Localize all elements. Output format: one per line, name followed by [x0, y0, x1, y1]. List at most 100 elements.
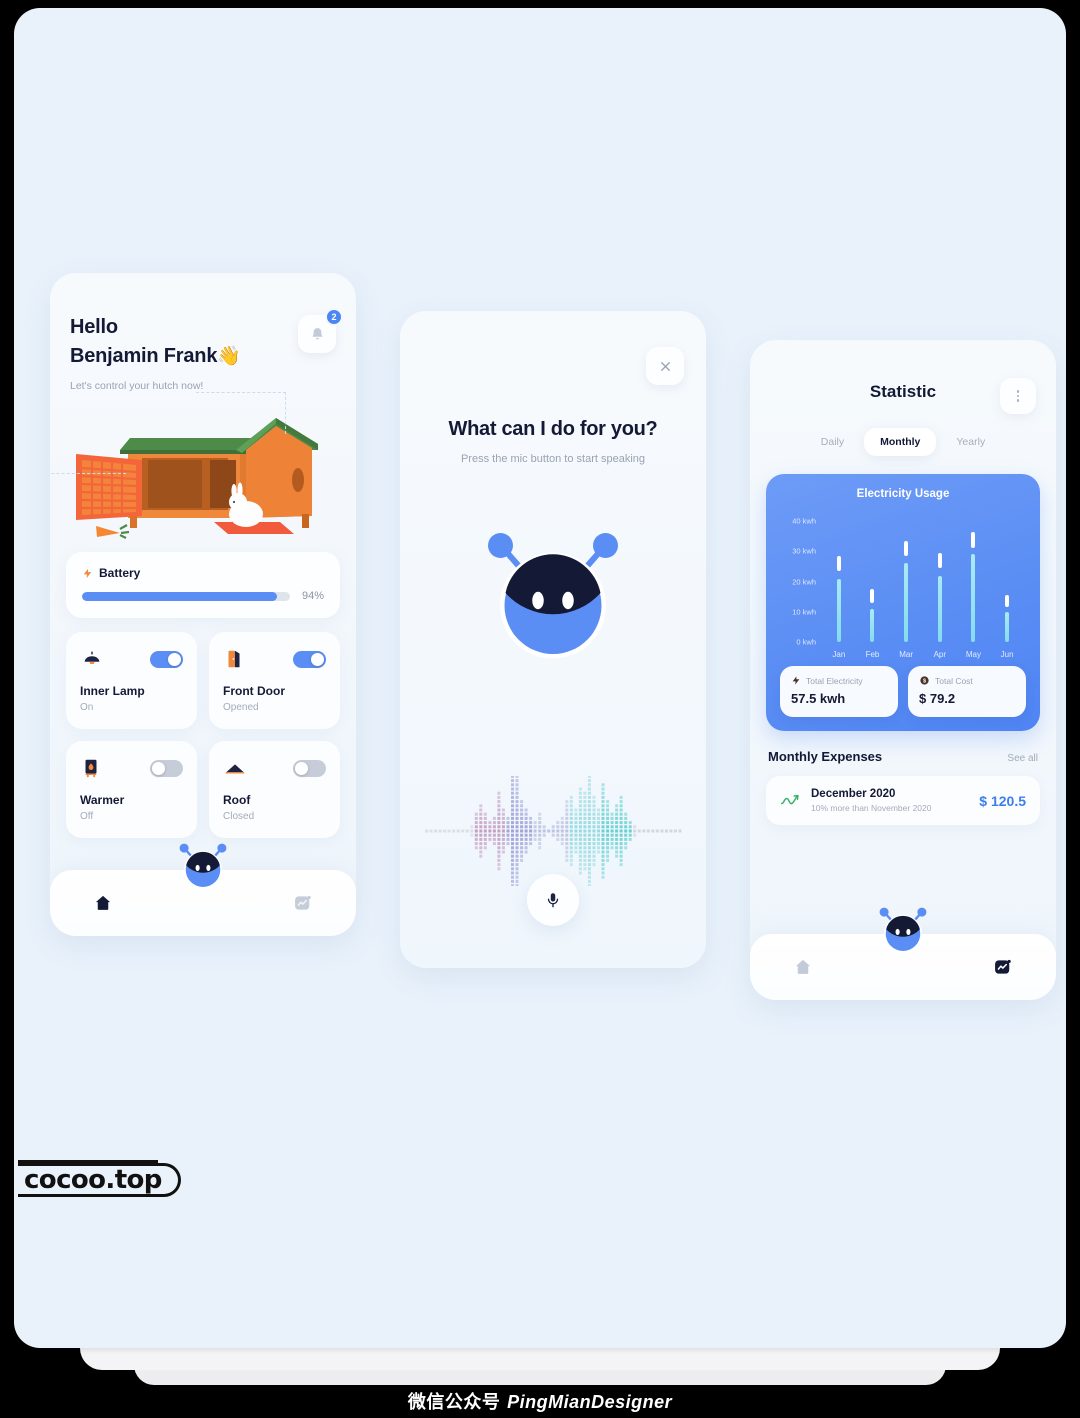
chart-bar-column [1005, 512, 1010, 642]
phone-screen-home: Hello Benjamin Frank👋 Let's control your… [50, 273, 356, 936]
microphone-icon [547, 893, 559, 908]
tab-monthly[interactable]: Monthly [864, 428, 937, 456]
nav-item-home[interactable] [92, 892, 114, 914]
notification-badge: 2 [325, 308, 343, 326]
phone-screen-statistics: Statistic Daily Monthly Yearly Electrici… [750, 340, 1056, 1000]
expense-amount: $ 120.5 [979, 792, 1026, 809]
chart-bar [971, 554, 976, 642]
battery-progress-fill [82, 591, 278, 601]
control-card-inner-lamp[interactable]: Inner Lamp On [66, 632, 197, 729]
site-logo: cocoo.top [18, 1163, 181, 1197]
chart-bar-cap [870, 589, 875, 603]
waving-hand-icon: 👋 [217, 346, 241, 367]
robot-icon [879, 907, 927, 953]
greeting-block: Hello Benjamin Frank👋 Let's control your… [70, 313, 241, 392]
home-header-area: Hello Benjamin Frank👋 Let's control your… [50, 273, 356, 392]
chart-bar [836, 578, 841, 642]
waveform-svg [425, 762, 682, 900]
nav-item-assistant[interactable] [176, 840, 230, 894]
stat-value: 57.5 kwh [791, 691, 846, 706]
expense-list-item[interactable]: December 2020 10% more than November 202… [766, 776, 1040, 825]
control-top-row [80, 646, 183, 672]
nav-item-stats[interactable] [992, 956, 1014, 978]
monthly-expenses-header: Monthly Expenses See all [768, 749, 1038, 764]
chart-y-tick: 40 kwh [792, 516, 816, 526]
chart-y-tick: 20 kwh [792, 577, 816, 587]
greeting-line-1: Hello [70, 316, 118, 338]
page-title: Statistic [869, 382, 937, 401]
coin-icon: $ [920, 676, 929, 685]
chart-y-tick: 30 kwh [792, 546, 816, 556]
close-button[interactable] [646, 347, 684, 385]
control-top-row [223, 646, 326, 672]
nav-item-stats[interactable] [292, 892, 314, 914]
assistant-subtitle: Press the mic button to start speaking [460, 453, 646, 465]
toggle-roof[interactable] [293, 759, 326, 777]
expense-month: December 2020 [811, 788, 896, 800]
greeting-heading: Hello Benjamin Frank👋 [70, 313, 241, 371]
lamp-icon [84, 651, 100, 664]
chart-bar-cap [1005, 595, 1010, 608]
chart-bar-column [971, 512, 976, 642]
control-top-row [223, 755, 326, 781]
close-icon [660, 361, 670, 371]
chart-title: Electricity Usage [856, 488, 950, 500]
chart-y-tick: 0 kwh [796, 637, 816, 647]
kebab-menu-icon [1016, 399, 1020, 402]
tab-yearly[interactable]: Yearly [940, 428, 1001, 456]
stat-label: Total Electricity [806, 675, 863, 686]
stat-top-row: Total Electricity [791, 675, 887, 686]
tab-daily[interactable]: Daily [805, 428, 860, 456]
control-state: Opened [223, 702, 259, 713]
bell-icon [312, 327, 322, 339]
stat-card-total-electricity: Total Electricity 57.5 kwh [780, 666, 898, 717]
more-options-button[interactable] [1000, 378, 1036, 414]
home-icon [95, 895, 111, 910]
control-name: Inner Lamp [80, 684, 145, 698]
chart-y-axis: 40 kwh 30 kwh 20 kwh 10 kwh 0 kwh [780, 512, 820, 647]
kebab-menu-icon [1016, 394, 1020, 398]
chart-bar-cap [937, 552, 942, 568]
control-card-roof[interactable]: Roof Closed [209, 741, 340, 838]
notifications-button[interactable]: 2 [298, 308, 343, 353]
chart-bar-cap [971, 531, 976, 549]
control-name: Roof [223, 793, 251, 807]
bolt-icon [792, 676, 800, 685]
phone-screen-assistant: What can I do for you? Press the mic but… [400, 311, 706, 968]
chart-bars [820, 512, 1026, 642]
toggle-front-door[interactable] [293, 650, 326, 668]
control-name: Warmer [80, 793, 125, 807]
control-card-front-door[interactable]: Front Door Opened [209, 632, 340, 729]
toggle-inner-lamp[interactable] [150, 650, 183, 668]
svg-text:$: $ [923, 679, 926, 685]
expense-note: 10% more than November 2020 [811, 803, 932, 813]
chart-summary-row: Total Electricity 57.5 kwh $ Total Cost [780, 666, 1026, 717]
chart-bar [1005, 611, 1010, 642]
chart-bar-column [937, 512, 942, 642]
toggle-knob [295, 761, 308, 775]
chart-plot-area: 40 kwh 30 kwh 20 kwh 10 kwh 0 kwh [780, 512, 1026, 647]
nav-item-home[interactable] [792, 956, 814, 978]
door-icon [228, 650, 240, 668]
microphone-button[interactable] [527, 874, 579, 926]
electricity-usage-chart-card: Electricity Usage 40 kwh 30 kwh 20 kwh 10 k… [766, 474, 1040, 731]
chart-y-tick: 10 kwh [792, 607, 816, 617]
chart-icon [995, 959, 1011, 974]
nav-item-assistant[interactable] [876, 904, 930, 958]
see-all-link[interactable]: See all [1007, 753, 1038, 764]
robot-icon [488, 533, 618, 659]
control-state: On [80, 702, 94, 713]
toggle-knob [152, 761, 165, 775]
roof-icon [225, 764, 245, 774]
toggle-warmer[interactable] [150, 759, 183, 777]
greeting-line-2-row: Benjamin Frank👋 [70, 342, 241, 371]
section-title: Monthly Expenses [768, 749, 883, 764]
control-card-warmer[interactable]: Warmer Off [66, 741, 197, 838]
home-subtitle: Let's control your hutch now! [70, 380, 204, 392]
assistant-title: What can I do for you? [448, 418, 658, 440]
chart-bar-column [870, 512, 875, 642]
battery-progress-track [82, 591, 290, 601]
logo-text: cocoo.top [24, 1165, 162, 1195]
expense-text-block: December 2020 10% more than November 202… [811, 788, 968, 813]
toggle-knob [311, 652, 324, 666]
